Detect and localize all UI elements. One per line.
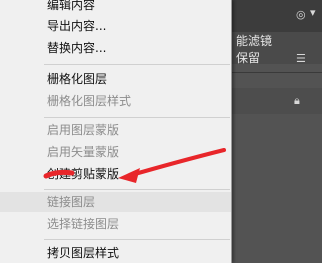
menu-separator [44, 117, 230, 118]
menu-item-create-clipping-mask[interactable]: 创建剪贴蒙版 [0, 164, 231, 184]
menu-item-rasterize-layer-style: 栅格化图层样式 [47, 94, 132, 108]
visibility-toggle-icon[interactable]: ◎ [296, 8, 306, 21]
lock-row [232, 88, 322, 114]
menu-item-export-contents[interactable]: 导出内容... [0, 16, 231, 36]
context-menu: 编辑内容 导出内容... 替换内容... 栅格化图层 栅格化图层样式 启用图层蒙… [0, 0, 232, 263]
menu-item-enable-layer-mask: 启用图层蒙版 [47, 123, 120, 137]
menu-item-copy-layer-style[interactable]: 拷贝图层样式 [0, 243, 231, 263]
dropdown-chevron-icon[interactable]: ▾ [310, 6, 316, 19]
menu-separator [44, 64, 230, 65]
menu-item-enable-vector-mask: 启用矢量蒙版 [47, 145, 120, 159]
menu-separator [44, 239, 230, 240]
menu-item-edit-contents[interactable]: 编辑内容 [0, 0, 231, 15]
menu-item-link-layers: 链接图层 [0, 192, 231, 212]
menu-separator [44, 189, 230, 190]
panel-divider [232, 72, 322, 73]
lock-icon[interactable]: 🔒︎ [294, 94, 300, 108]
menu-item-rasterize-layer[interactable]: 栅格化图层 [0, 69, 231, 89]
menu-item-select-linked-layers: 选择链接图层 [47, 217, 120, 231]
menu-item-replace-contents[interactable]: 替换内容... [0, 38, 231, 58]
preserve-label: 保留 [236, 51, 261, 65]
layers-list-area [232, 120, 322, 263]
panel-options-icon[interactable]: ☰ [296, 52, 306, 65]
